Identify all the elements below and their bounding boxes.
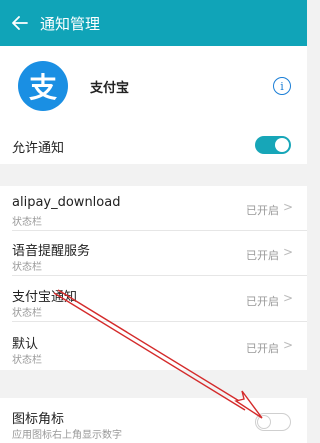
channel-sub: 状态栏 [12, 355, 42, 366]
channel-sub: 状态栏 [12, 217, 42, 228]
channel-row[interactable]: 支付宝通知 状态栏 已开启 > [0, 276, 307, 322]
badge-toggle[interactable] [255, 413, 291, 431]
channel-sub: 状态栏 [12, 308, 42, 319]
channel-name: alipay_download [12, 195, 121, 210]
allow-notifications-label: 允许通知 [12, 141, 65, 156]
chevron-right-icon: > [282, 338, 293, 352]
app-name: 支付宝 [90, 80, 130, 96]
channel-row[interactable]: 语音提醒服务 状态栏 已开启 > [0, 231, 307, 276]
channel-row[interactable]: alipay_download 状态栏 已开启 > [0, 186, 307, 231]
channel-name: 支付宝通知 [12, 290, 78, 305]
channel-name: 语音提醒服务 [12, 244, 91, 259]
app-logo-char: 支 [28, 71, 57, 104]
channel-status: 已开启 [246, 249, 279, 262]
badge-row[interactable]: 图标角标 应用图标右上角显示数字 [0, 398, 307, 443]
arrow-left-icon [12, 16, 28, 30]
channel-status: 已开启 [246, 204, 279, 217]
channel-row[interactable]: 默认 状态栏 已开启 > [0, 322, 307, 370]
chevron-right-icon: > [282, 245, 293, 259]
app-bar: 通知管理 [0, 0, 307, 46]
alipay-logo-icon: 支 [18, 61, 68, 111]
badge-label: 图标角标 [12, 412, 65, 427]
chevron-right-icon: > [282, 200, 293, 214]
channel-status: 已开启 [246, 342, 279, 355]
info-char: i [280, 79, 284, 93]
toggle-knob [275, 138, 289, 152]
page-title: 通知管理 [40, 14, 101, 33]
channel-sub: 状态栏 [12, 262, 42, 273]
app-header: 支 支付宝 i [0, 46, 307, 126]
channel-name: 默认 [12, 337, 39, 352]
badge-sub: 应用图标右上角显示数字 [12, 430, 122, 441]
info-icon[interactable]: i [273, 77, 291, 95]
toggle-knob [257, 415, 271, 429]
allow-notifications-toggle[interactable] [255, 136, 291, 154]
allow-notifications-row[interactable]: 允许通知 [0, 126, 307, 164]
channel-status: 已开启 [246, 295, 279, 308]
back-button[interactable] [0, 0, 40, 46]
chevron-right-icon: > [282, 291, 293, 305]
